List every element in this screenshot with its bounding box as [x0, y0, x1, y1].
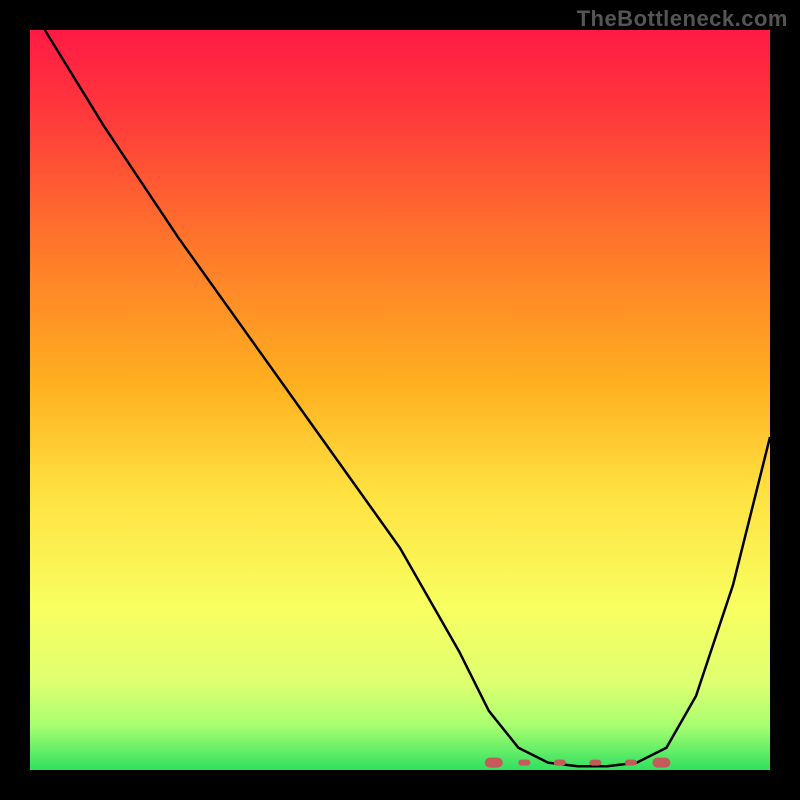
bottleneck-chart: [30, 30, 770, 770]
gradient-background: [30, 30, 770, 770]
chart-container: [30, 30, 770, 770]
watermark-text: TheBottleneck.com: [577, 6, 788, 32]
